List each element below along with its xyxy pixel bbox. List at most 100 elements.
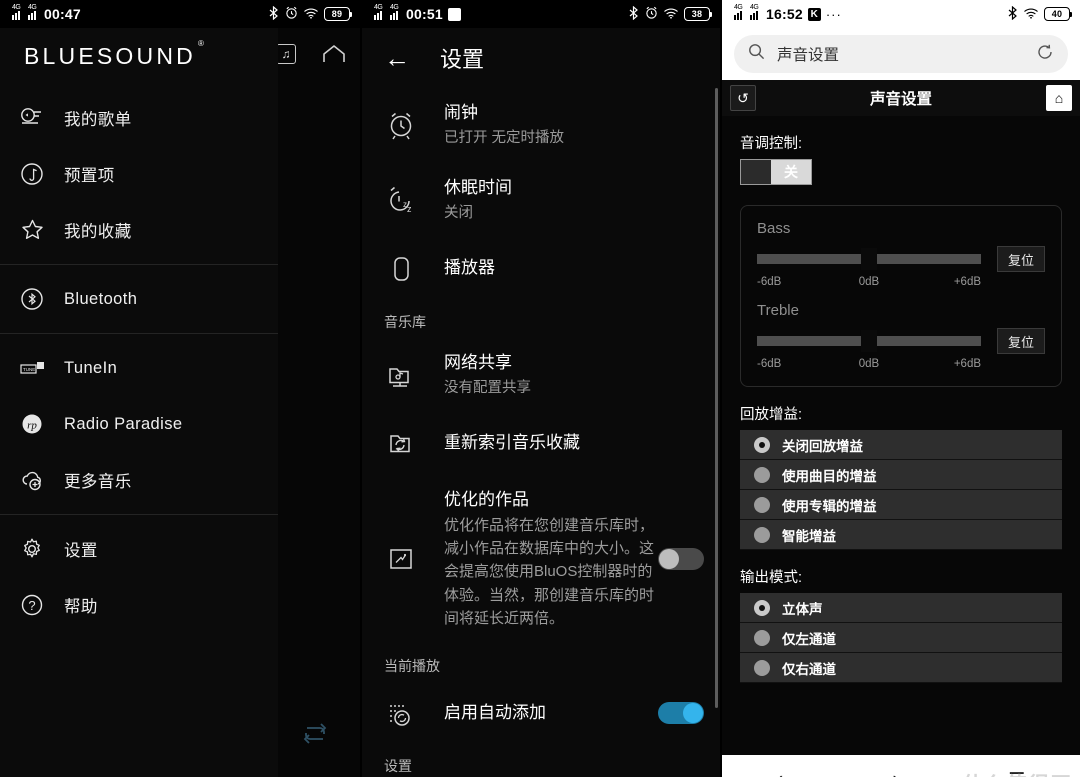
bass-reset-button[interactable]: 复位 [997, 246, 1045, 272]
status-bar-3: 4G 4G 16:52 ··· 40 [722, 0, 1080, 28]
settings-row-auto-add[interactable]: 启用自动添加 [362, 682, 720, 744]
settings-row-sleep-timer[interactable]: zz 休眠时间 关闭 [362, 163, 720, 238]
home-icon[interactable]: ⌂ [1046, 85, 1072, 111]
back-arrow-icon[interactable]: ← [384, 45, 410, 71]
signal-icon-1: 4G [734, 4, 745, 20]
treble-reset-button[interactable]: 复位 [997, 328, 1045, 354]
panel-settings-list: 4G 4G 00:51 38 ← 设置 [360, 0, 720, 777]
row-title: 优化的作品 [444, 489, 529, 509]
sidebar-item-presets[interactable]: 预置项 [0, 146, 278, 202]
reindex-icon [384, 427, 444, 461]
row-title: 重新索引音乐收藏 [444, 433, 580, 453]
settings-row-reindex[interactable]: 重新索引音乐收藏 [362, 413, 720, 475]
tone-bands-box: Bass 复位 -6dB 0dB +6dB Treble 复位 -6dB 0dB… [740, 205, 1062, 387]
replay-gain-option-smart[interactable]: 智能增益 [740, 520, 1062, 550]
nav-back-button[interactable]: ‹ [777, 769, 783, 777]
tick-min: -6dB [757, 358, 782, 370]
music-note-icon[interactable]: ♫ [276, 44, 296, 64]
settings-row-optimize[interactable]: 优化的作品 优化作品将在您创建音乐库时，减小作品在数据库中的大小。这会提高您使用… [362, 475, 720, 644]
settings-row-player[interactable]: 播放器 [362, 238, 720, 300]
auto-add-toggle[interactable] [658, 702, 704, 725]
bluetooth-icon [1007, 5, 1018, 23]
replay-gain-option-off[interactable]: 关闭回放增益 [740, 430, 1062, 460]
battery-icon: 38 [684, 7, 712, 21]
slider-track-right [877, 254, 981, 264]
option-label: 仅左通道 [782, 631, 836, 647]
network-share-icon [384, 358, 444, 392]
scrollbar[interactable] [715, 88, 718, 708]
option-label: 立体声 [782, 601, 823, 617]
output-mode-option-stereo[interactable]: 立体声 [740, 593, 1062, 623]
menu-group-bluetooth: Bluetooth [0, 265, 278, 334]
settings-row-network-share[interactable]: 网络共享 没有配置共享 [362, 338, 720, 413]
option-label: 智能增益 [782, 528, 836, 544]
row-title: 休眠时间 [444, 177, 512, 197]
search-query-text: 声音设置 [777, 47, 840, 64]
bass-slider[interactable]: 复位 [757, 246, 1045, 272]
brand-logo: BLUESOUND ® [0, 28, 278, 84]
sidebar-item-favorites[interactable]: 我的收藏 [0, 202, 278, 258]
refresh-icon[interactable] [1036, 43, 1054, 66]
settings-row-alarm[interactable]: 闹钟 已打开 无定时播放 [362, 88, 720, 163]
row-subtitle: 已打开 无定时播放 [444, 129, 565, 146]
slider-thumb[interactable] [861, 248, 877, 270]
header-action-icons: ♫ [276, 44, 346, 64]
search-input[interactable]: 声音设置 [734, 35, 1068, 73]
radio-icon [754, 526, 770, 543]
bluetooth-icon [628, 5, 639, 23]
auto-add-icon [384, 696, 444, 730]
svg-text:TUNE: TUNE [23, 367, 35, 372]
output-mode-option-left[interactable]: 仅左通道 [740, 623, 1062, 653]
tick-max: +6dB [953, 358, 982, 370]
bass-ticks: -6dB 0dB +6dB [757, 276, 1045, 288]
replay-gain-options: 关闭回放增益 使用曲目的增益 使用专辑的增益 智能增益 [740, 430, 1062, 550]
status-bar-2: 4G 4G 00:51 38 [362, 0, 720, 28]
signal-icon-1: 4G [12, 4, 23, 20]
tone-control-label: 音调控制: [740, 136, 803, 152]
band-name: Treble [757, 302, 799, 319]
tone-control-toggle[interactable]: 关 [740, 159, 812, 185]
alarm-icon [645, 6, 658, 22]
bluetooth-icon [268, 5, 279, 23]
output-mode-option-right[interactable]: 仅右通道 [740, 653, 1062, 683]
player-icon [384, 252, 444, 286]
sidebar-item-label: 我的歌单 [64, 111, 132, 129]
repeat-icon[interactable] [300, 720, 330, 751]
slider-track[interactable] [757, 248, 981, 270]
sidebar-item-more-music[interactable]: 更多音乐 [0, 452, 278, 508]
browser-search-bar: 声音设置 [722, 28, 1080, 80]
sidebar-item-help[interactable]: ? 帮助 [0, 577, 278, 633]
sidebar-item-settings[interactable]: 设置 [0, 521, 278, 577]
nav-forward-button[interactable]: › [892, 769, 898, 777]
treble-slider[interactable]: 复位 [757, 328, 1045, 354]
band-bass: Bass 复位 -6dB 0dB +6dB [757, 220, 1045, 288]
battery-icon: 89 [324, 7, 352, 21]
sidebar-item-label: 更多音乐 [64, 473, 132, 491]
sidebar-item-tunein[interactable]: TUNE TuneIn [0, 340, 278, 396]
sidebar-item-label: 帮助 [64, 598, 98, 616]
settings-header: ← 设置 [362, 28, 720, 88]
sidebar-item-bluetooth[interactable]: Bluetooth [0, 271, 278, 327]
menu-group-library: 我的歌单 预置项 我的收藏 [0, 84, 278, 265]
output-mode-label: 输出模式: [740, 570, 803, 586]
tick-min: -6dB [757, 276, 782, 288]
navigation-drawer: BLUESOUND ® 我的歌单 预置项 我的收藏 Bluetooth TUNE… [0, 28, 278, 777]
replay-gain-option-track[interactable]: 使用曲目的增益 [740, 460, 1062, 490]
app-toolbar: ↺ 声音设置 ⌂ [722, 80, 1080, 116]
status-bar-1: 4G 4G 00:47 89 [0, 0, 360, 28]
sidebar-item-label: Bluetooth [64, 289, 138, 308]
sidebar-item-label: Radio Paradise [64, 414, 183, 433]
replay-gain-option-album[interactable]: 使用专辑的增益 [740, 490, 1062, 520]
settings-scroll-area[interactable]: 闹钟 已打开 无定时播放 zz 休眠时间 关闭 播放器 音乐库 网络共享 没有配… [362, 88, 720, 777]
optimize-toggle[interactable] [658, 548, 704, 571]
output-mode-options: 立体声 仅左通道 仅右通道 [740, 593, 1062, 683]
undo-icon[interactable]: ↺ [730, 85, 756, 111]
slider-thumb[interactable] [861, 330, 877, 352]
three-phone-screenshots: 4G 4G 00:47 89 ♫ BLUESOUND ® 我的歌单 预置项 我的… [0, 0, 1080, 777]
sidebar-item-my-playlists[interactable]: 我的歌单 [0, 90, 278, 146]
cloud-plus-icon [20, 469, 64, 491]
sidebar-item-radio-paradise[interactable]: rp Radio Paradise [0, 396, 278, 452]
home-icon[interactable] [322, 45, 346, 63]
option-label: 仅右通道 [782, 661, 836, 677]
slider-track[interactable] [757, 330, 981, 352]
